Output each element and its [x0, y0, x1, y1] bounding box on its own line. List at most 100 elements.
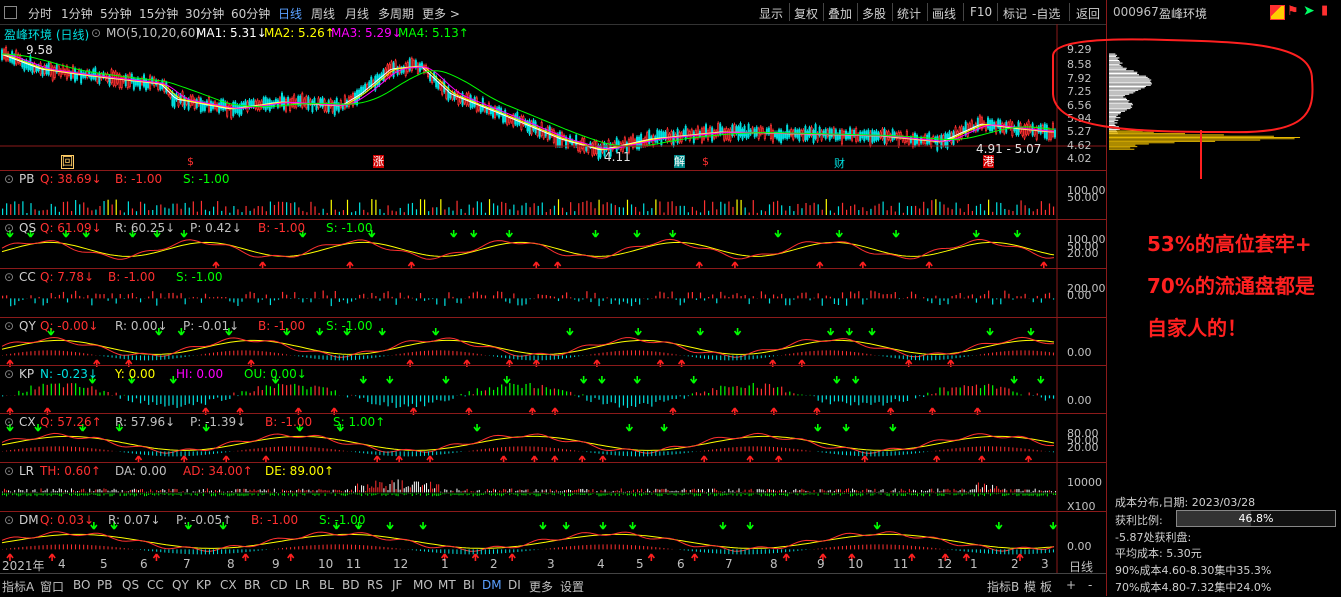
- tab-window[interactable]: 窗口: [40, 578, 64, 595]
- indicator-bar: [424, 395, 425, 406]
- indicator-settings-icon[interactable]: ⊙: [4, 319, 14, 333]
- indicator-name-qs[interactable]: QS: [19, 221, 36, 235]
- menu-icon[interactable]: [4, 6, 17, 19]
- overlay-button[interactable]: 叠加: [828, 5, 852, 22]
- indicator-settings-icon[interactable]: ⊙: [4, 367, 14, 381]
- arrow-right-icon[interactable]: ➤: [1303, 3, 1315, 19]
- indicator-settings-icon[interactable]: ⊙: [4, 415, 14, 429]
- indicator-name-cc[interactable]: CC: [19, 270, 36, 284]
- indicator-settings-icon[interactable]: ⊙: [4, 464, 14, 478]
- candle-body: [821, 131, 822, 140]
- indicator-bar: [120, 355, 121, 358]
- indicator-name-dm[interactable]: DM: [19, 513, 39, 527]
- tab-indicator-b[interactable]: 指标B: [987, 578, 1019, 595]
- tab-qy[interactable]: QY: [172, 578, 189, 592]
- tab-设置[interactable]: 设置: [560, 578, 584, 595]
- tab-cx[interactable]: CX: [220, 578, 237, 592]
- tab-bo[interactable]: BO: [73, 578, 90, 592]
- period-monthly[interactable]: 月线: [345, 5, 369, 22]
- event-cai[interactable]: 财: [834, 155, 845, 171]
- tab-qs[interactable]: QS: [122, 578, 139, 592]
- f10-button[interactable]: F10: [970, 5, 992, 19]
- event-gang[interactable]: 港: [983, 155, 994, 168]
- indicator-bar: [726, 493, 727, 495]
- stats-button[interactable]: 统计: [897, 5, 921, 22]
- indicator-bar: [728, 448, 729, 452]
- mark-button[interactable]: 标记: [1003, 5, 1027, 22]
- indicator-bar: [59, 488, 60, 492]
- indicator-bar: [501, 447, 502, 451]
- display-button[interactable]: 显示: [759, 5, 783, 22]
- tab-kp[interactable]: KP: [196, 578, 211, 592]
- indicator-bar: [327, 296, 328, 299]
- tab-rs[interactable]: RS: [367, 578, 383, 592]
- tab-bl[interactable]: BL: [319, 578, 334, 592]
- zoom-in-button[interactable]: +: [1066, 578, 1076, 592]
- zoom-out-button[interactable]: -: [1088, 578, 1092, 592]
- period-weekly[interactable]: 周线: [311, 5, 335, 22]
- indicator-bar: [972, 294, 973, 298]
- tab-di[interactable]: DI: [508, 578, 521, 592]
- indicator-settings-icon[interactable]: ⊙: [4, 513, 14, 527]
- indicator-bar: [197, 549, 198, 554]
- chart-canvas[interactable]: [0, 24, 1106, 573]
- event-dollar-2[interactable]: $: [702, 155, 709, 168]
- tab-cc[interactable]: CC: [147, 578, 164, 592]
- period-badge[interactable]: 日线: [1069, 558, 1093, 575]
- bar-chart-icon[interactable]: ▮: [1321, 3, 1328, 18]
- watchlist-button[interactable]: -自选: [1032, 5, 1060, 22]
- tab-jf[interactable]: JF: [392, 578, 402, 592]
- period-fenshi[interactable]: 分时: [28, 5, 52, 22]
- color-chart-icon[interactable]: [1270, 5, 1285, 20]
- period-60min[interactable]: 60分钟: [231, 5, 270, 22]
- tab-mt[interactable]: MT: [438, 578, 456, 592]
- indicator-settings-icon[interactable]: ⊙: [4, 270, 14, 284]
- multi-stock-button[interactable]: 多股: [862, 5, 886, 22]
- indicator-name-pb[interactable]: PB: [19, 172, 34, 186]
- tab-template[interactable]: 模: [1024, 578, 1036, 595]
- tab-cd[interactable]: CD: [270, 578, 288, 592]
- indicator-bar: [736, 490, 737, 492]
- indicator-bar: [377, 487, 378, 492]
- period-daily[interactable]: 日线: [278, 5, 302, 22]
- period-multi[interactable]: 多周期: [378, 5, 414, 22]
- indicator-name-lr[interactable]: LR: [19, 464, 34, 478]
- indicator-name-qy[interactable]: QY: [19, 319, 36, 333]
- period-30min[interactable]: 30分钟: [185, 5, 224, 22]
- tab-dm[interactable]: DM: [482, 578, 502, 592]
- sell-arrow-icon: [360, 376, 366, 383]
- tab-mo[interactable]: MO: [413, 578, 433, 592]
- tab-br[interactable]: BR: [244, 578, 261, 592]
- candle-body: [186, 99, 187, 104]
- mo-settings-icon[interactable]: ⊙: [91, 26, 101, 40]
- event-zhang[interactable]: 涨: [373, 155, 384, 168]
- period-1min[interactable]: 1分钟: [61, 5, 93, 22]
- indicator-bar: [444, 489, 445, 492]
- back-button[interactable]: 返回: [1076, 5, 1100, 22]
- tab-lr[interactable]: LR: [295, 578, 310, 592]
- indicator-bar: [408, 451, 409, 456]
- period-5min[interactable]: 5分钟: [100, 5, 132, 22]
- tab-bi[interactable]: BI: [463, 578, 475, 592]
- adjust-button[interactable]: 复权: [794, 5, 818, 22]
- period-more[interactable]: 更多 >: [422, 5, 460, 22]
- tab-bd[interactable]: BD: [342, 578, 359, 592]
- flag-icon[interactable]: ⚑: [1287, 4, 1299, 19]
- period-15min[interactable]: 15分钟: [139, 5, 178, 22]
- tab-pb[interactable]: PB: [97, 578, 112, 592]
- tab-indicator-a[interactable]: 指标A: [2, 578, 34, 595]
- event-hui[interactable]: 回: [61, 155, 74, 169]
- indicator-bar: [943, 355, 944, 359]
- tab-更多[interactable]: 更多: [529, 578, 553, 595]
- indicator-bar: [797, 296, 798, 299]
- event-dollar-1[interactable]: $: [187, 155, 194, 168]
- indicator-name-cx[interactable]: CX: [19, 415, 36, 429]
- draw-line-button[interactable]: 画线: [932, 5, 956, 22]
- indicator-bar: [883, 355, 884, 356]
- kline-chart-area[interactable]: 盈峰环境 (日线) ⊙ MO(5,10,20,60) MA1: 5.31↓ MA…: [0, 24, 1106, 573]
- indicator-settings-icon[interactable]: ⊙: [4, 221, 14, 235]
- event-jie[interactable]: 解: [674, 155, 685, 168]
- tab-board[interactable]: 板: [1040, 578, 1052, 595]
- indicator-settings-icon[interactable]: ⊙: [4, 172, 14, 186]
- indicator-name-kp[interactable]: KP: [19, 367, 34, 381]
